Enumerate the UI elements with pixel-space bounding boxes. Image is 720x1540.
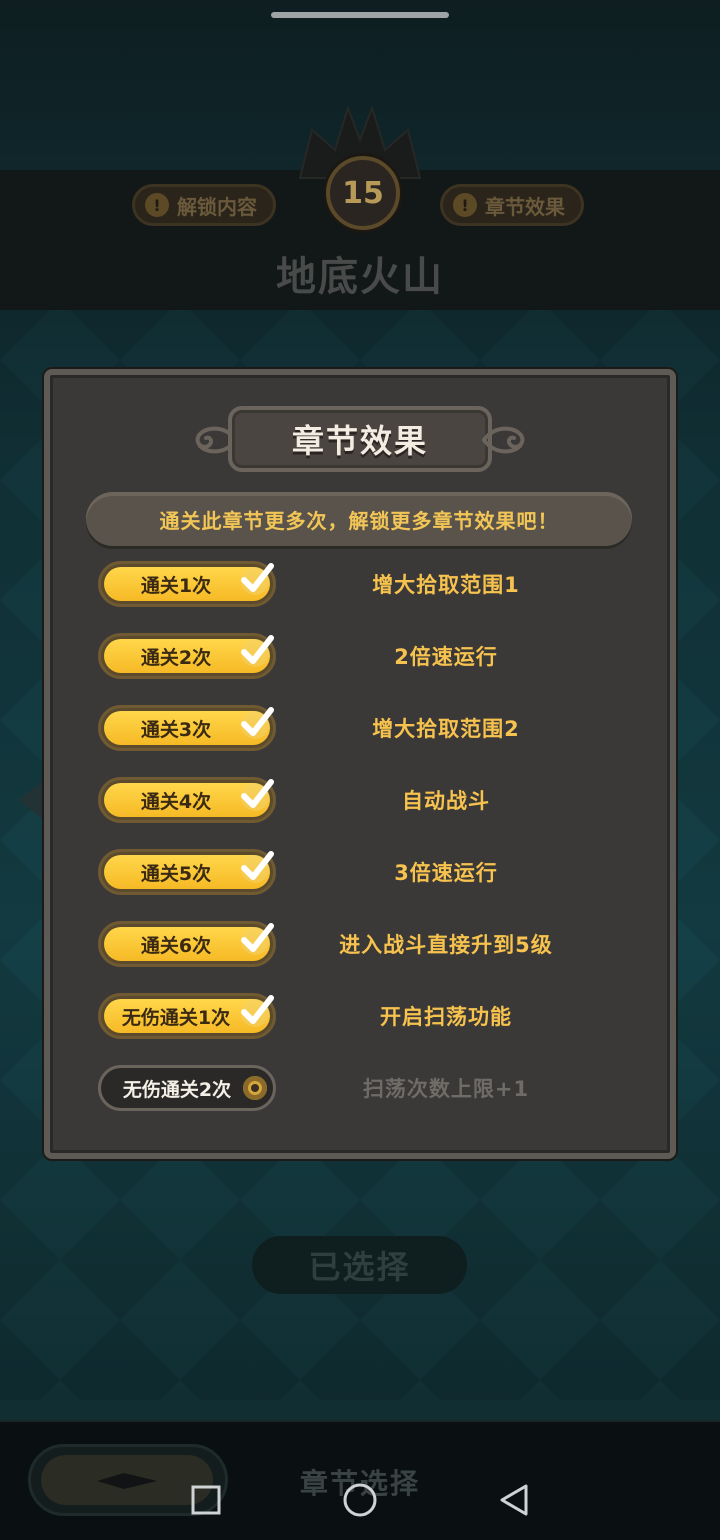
condition-label: 无伤通关2次 — [122, 1078, 232, 1101]
checkmark-icon — [241, 779, 274, 811]
condition-badge: 通关4次 — [98, 777, 276, 823]
checkmark-icon — [241, 995, 274, 1027]
condition-badge-locked: 无伤通关2次 — [98, 1065, 276, 1111]
effect-label: 增大拾取范围1 — [372, 573, 520, 597]
effect-label: 开启扫荡功能 — [380, 1005, 512, 1029]
unlock-content-button[interactable]: ! 解锁内容 — [132, 184, 276, 226]
condition-label: 无伤通关1次 — [121, 1006, 231, 1029]
condition-badge: 无伤通关1次 — [98, 993, 276, 1039]
condition-label: 通关6次 — [140, 934, 212, 957]
nav-recents-square-icon[interactable] — [184, 1478, 228, 1522]
checkmark-icon — [241, 707, 274, 739]
warning-icon: ! — [145, 193, 169, 217]
effect-row: 通关1次 增大拾取范围1 — [98, 561, 618, 607]
effect-label: 进入战斗直接升到5级 — [339, 933, 553, 957]
effect-row-locked: 无伤通关2次 扫荡次数上限+1 — [98, 1065, 618, 1111]
chapter-effect-button[interactable]: ! 章节效果 — [440, 184, 584, 226]
effect-row: 通关5次 3倍速运行 — [98, 849, 618, 895]
eye-emblem-icon — [97, 1473, 157, 1489]
effect-label: 2倍速运行 — [394, 645, 498, 669]
effect-row: 通关3次 增大拾取范围2 — [98, 705, 618, 751]
nav-home-circle-icon[interactable] — [338, 1478, 382, 1522]
modal-notice: 通关此章节更多次，解锁更多章节效果吧！ — [86, 492, 632, 546]
condition-badge: 通关3次 — [98, 705, 276, 751]
warning-icon: ! — [453, 193, 477, 217]
modal-title-banner: 章节效果 — [190, 404, 530, 476]
selected-button[interactable]: 已选择 — [252, 1236, 467, 1294]
unlock-content-label: 解锁内容 — [177, 194, 257, 219]
scroll-ornament-right-icon — [482, 426, 525, 454]
effect-row: 通关4次 自动战斗 — [98, 777, 618, 823]
gesture-handle[interactable] — [271, 12, 449, 18]
condition-badge: 通关6次 — [98, 921, 276, 967]
nav-back-triangle-icon[interactable] — [492, 1478, 536, 1522]
condition-badge: 通关1次 — [98, 561, 276, 607]
checkmark-icon — [241, 563, 274, 595]
chapter-title: 地底火山 — [276, 254, 444, 300]
level-badge: 15 — [326, 156, 400, 230]
condition-badge: 通关2次 — [98, 633, 276, 679]
chapter-effect-modal — [44, 369, 676, 1159]
effect-label: 自动战斗 — [402, 789, 490, 813]
condition-label: 通关3次 — [140, 718, 212, 741]
effect-row: 通关2次 2倍速运行 — [98, 633, 618, 679]
effect-row: 通关6次 进入战斗直接升到5级 — [98, 921, 618, 967]
condition-label: 通关5次 — [140, 862, 212, 885]
condition-label: 通关1次 — [140, 574, 212, 597]
checkmark-icon — [241, 635, 274, 667]
effect-label: 3倍速运行 — [394, 861, 498, 885]
condition-label: 通关4次 — [140, 790, 212, 813]
lock-dot-icon — [243, 1076, 267, 1100]
previous-chapter-arrow-icon[interactable] — [18, 780, 44, 820]
modal-title: 章节效果 — [291, 422, 428, 460]
effect-label-locked: 扫荡次数上限+1 — [362, 1077, 530, 1101]
effect-row: 无伤通关1次 开启扫荡功能 — [98, 993, 618, 1039]
chapter-effect-label: 章节效果 — [485, 194, 565, 219]
effect-label: 增大拾取范围2 — [372, 717, 520, 741]
checkmark-icon — [241, 851, 274, 883]
level-number: 15 — [342, 175, 384, 211]
condition-badge: 通关5次 — [98, 849, 276, 895]
checkmark-icon — [241, 923, 274, 955]
condition-label: 通关2次 — [140, 646, 212, 669]
